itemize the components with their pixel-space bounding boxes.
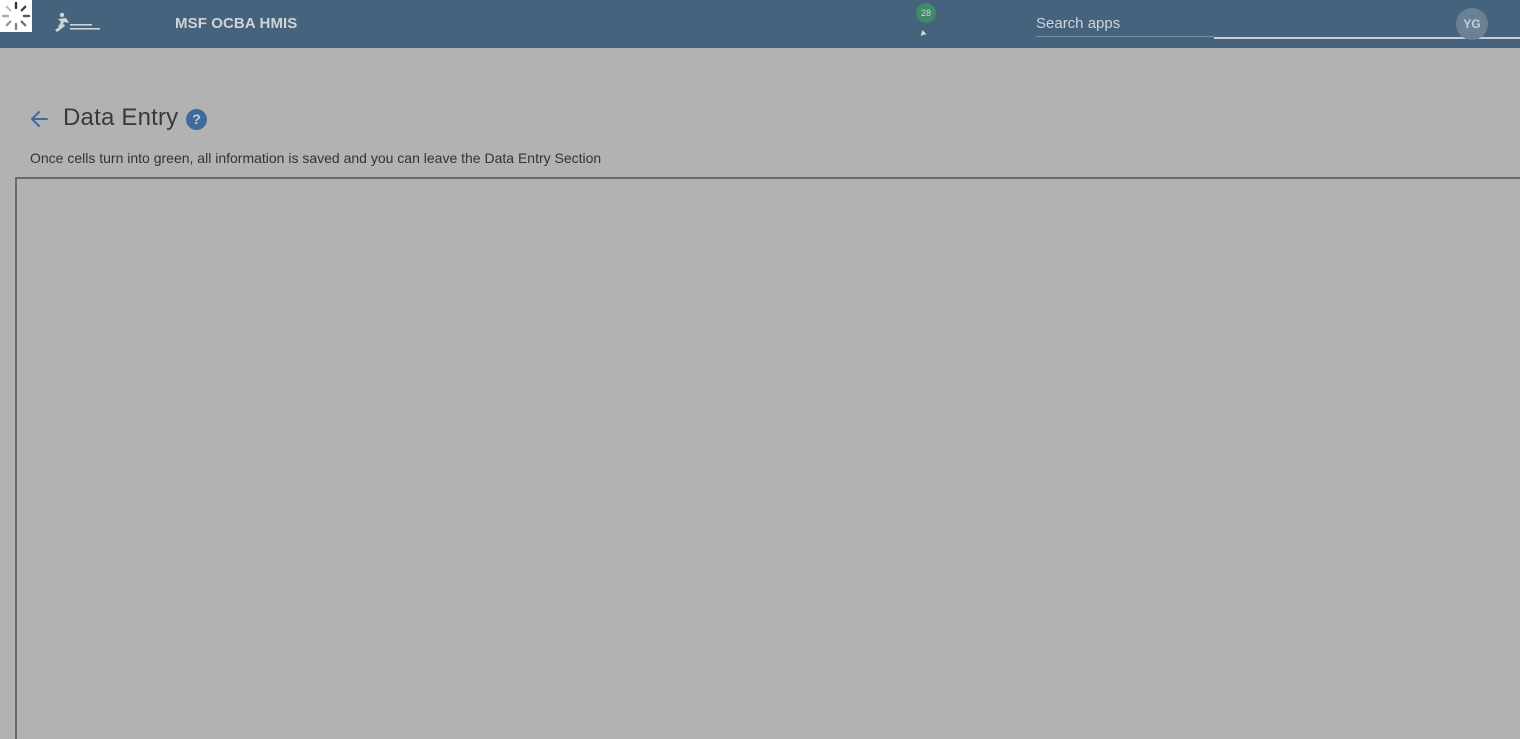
page-title: Data Entry: [63, 104, 179, 131]
msf-logo-icon[interactable]: [52, 10, 104, 36]
instruction-text: Once cells turn into green, all informat…: [30, 150, 602, 166]
avatar[interactable]: YG: [1456, 8, 1488, 40]
app-title[interactable]: MSF OCBA HMIS: [175, 15, 297, 32]
notification-badge[interactable]: 28: [916, 3, 936, 23]
data-entry-frame[interactable]: [15, 177, 1520, 739]
help-icon[interactable]: ?: [186, 109, 207, 130]
caret-icon[interactable]: [919, 29, 927, 36]
loading-spinner-icon: [0, 0, 32, 32]
app-header: MSF OCBA HMIS 28 YG: [0, 0, 1520, 48]
search-input[interactable]: [1036, 10, 1214, 37]
back-arrow-icon[interactable]: [28, 108, 50, 130]
